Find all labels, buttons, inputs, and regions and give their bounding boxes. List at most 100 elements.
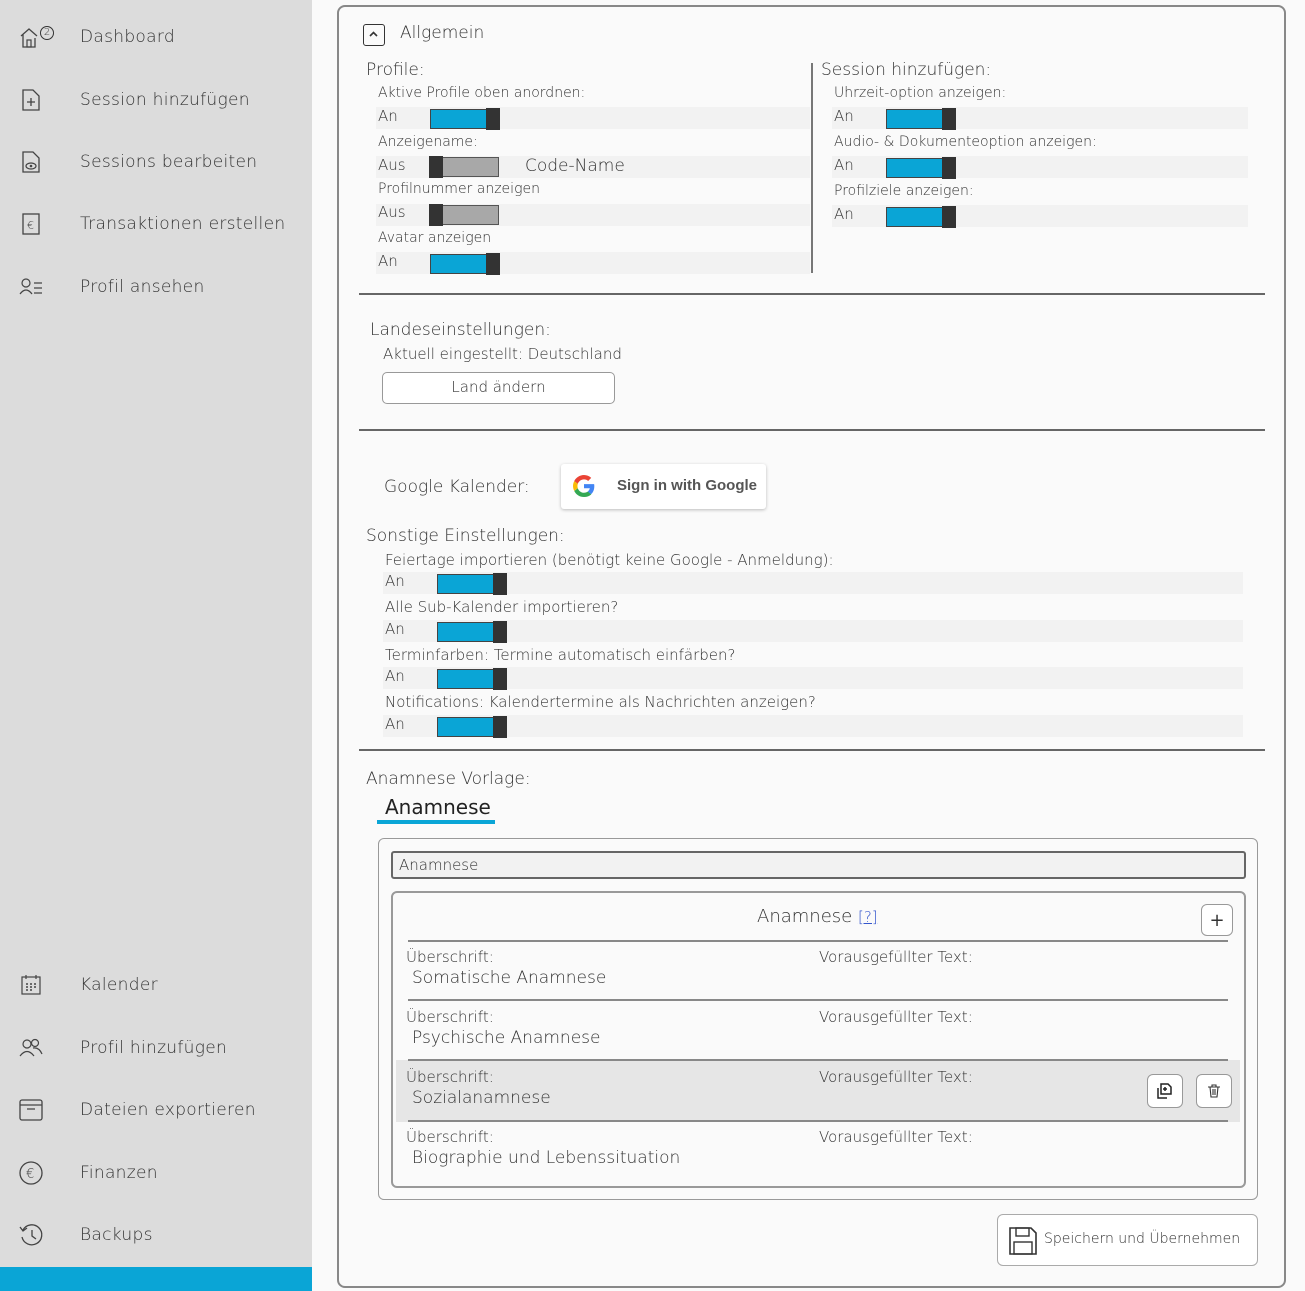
nav-label: Transaktionen erstellen [80,214,286,234]
profile-list-icon [18,274,44,300]
setting-label: Anzeigename: [378,134,478,150]
toggle-state: An [385,572,405,590]
subkalender-toggle[interactable] [437,621,507,643]
tab-anamnese[interactable]: Anamnese [385,795,491,819]
save-button[interactable]: Speichern und Übernehmen [997,1214,1258,1266]
table-title: Anamnese [?] [757,906,878,927]
row-divider [408,999,1228,1001]
profile-heading: Profile: [366,60,425,80]
row-background [383,572,1243,594]
duplicate-row-button[interactable] [1147,1074,1183,1108]
copy-icon [1157,1083,1172,1099]
template-name-input[interactable] [391,851,1246,879]
nav-label: Session hinzufügen [80,90,250,110]
vorausgefuellter-text-label: Vorausgefüllter Text: [819,1008,973,1026]
vorausgefuellter-text-label: Vorausgefüllter Text: [819,1068,973,1086]
sidebar: 2 Dashboard Session hinzufügen Sessions … [0,0,312,1291]
nav-label: Profil hinzufügen [80,1038,228,1058]
ueberschrift-label: Überschrift: [406,948,494,966]
row-divider [408,940,1228,942]
toggle-state: Aus [378,156,406,174]
vorausgefuellter-text-label: Vorausgefüllter Text: [819,948,973,966]
anzeigename-value: Code-Name [525,156,625,176]
setting-label: Avatar anzeigen [378,230,492,246]
session-heading: Session hinzufügen: [821,60,992,80]
avatar-toggle[interactable] [430,253,500,275]
setting-label: Profilziele anzeigen: [834,183,974,199]
nav-active-item[interactable] [0,1267,312,1291]
floppy-disk-icon [1009,1227,1037,1255]
google-signin-button[interactable]: Sign in with Google [561,464,766,509]
aktive-profile-toggle[interactable] [430,108,500,130]
help-link[interactable]: [?] [858,908,878,926]
nav-session-hinzufuegen[interactable]: Session hinzufügen [0,78,312,122]
calendar-icon [18,972,44,998]
nav-label: Dashboard [80,27,175,47]
nav-profil-ansehen[interactable]: Profil ansehen [0,265,312,309]
ueberschrift-label: Überschrift: [406,1128,494,1146]
setting-label: Profilnummer anzeigen [378,181,540,197]
svg-text:€: € [26,1167,34,1182]
row-background [383,620,1243,642]
toggle-state: An [834,205,854,223]
ueberschrift-value[interactable]: Biographie und Lebenssituation [412,1148,680,1168]
add-row-button[interactable]: + [1201,904,1233,936]
ueberschrift-value[interactable]: Sozialanamnese [412,1088,551,1108]
toggle-state: An [385,667,405,685]
save-button-label: Speichern und Übernehmen [1044,1231,1241,1247]
google-logo-icon [573,475,595,497]
row-background [383,667,1243,689]
nav-finanzen[interactable]: € Finanzen [0,1151,312,1195]
toggle-state: An [378,252,398,270]
nav-label: Profil ansehen [80,277,205,297]
sonstige-heading: Sonstige Einstellungen: [366,526,565,546]
audio-toggle[interactable] [886,157,956,179]
column-divider [811,63,813,273]
nav-backups[interactable]: Backups [0,1213,312,1257]
nav-label: Finanzen [80,1163,158,1183]
nav-kalender[interactable]: Kalender [0,963,312,1007]
toggle-state: An [834,156,854,174]
google-label: Google Kalender: [384,477,530,497]
setting-label: Feiertage importieren (benötigt keine Go… [385,551,834,569]
notification-badge: 2 [40,26,54,40]
row-divider [408,1059,1228,1061]
toggle-state: An [834,107,854,125]
ueberschrift-label: Überschrift: [406,1068,494,1086]
ueberschrift-value[interactable]: Psychische Anamnese [412,1028,601,1048]
delete-row-button[interactable] [1196,1074,1232,1108]
profilziele-toggle[interactable] [886,206,956,228]
plus-icon: + [1209,909,1225,931]
landes-heading: Landeseinstellungen: [370,320,551,340]
row-background [383,715,1243,737]
toggle-state: An [385,715,405,733]
history-icon [18,1222,44,1248]
nav-profil-hinzufuegen[interactable]: Profil hinzufügen [0,1026,312,1070]
collapse-button[interactable] [363,24,385,46]
terminfarben-toggle[interactable] [437,668,507,690]
notifications-toggle[interactable] [437,716,507,738]
home-icon: 2 [18,24,54,50]
vorausgefuellter-text-label: Vorausgefüllter Text: [819,1128,973,1146]
setting-label: Alle Sub-Kalender importieren? [385,598,619,616]
nav-label: Sessions bearbeiten [80,152,258,172]
nav-sessions-bearbeiten[interactable]: Sessions bearbeiten [0,140,312,184]
nav-dashboard[interactable]: 2 Dashboard [0,15,312,59]
land-aendern-button[interactable]: Land ändern [382,372,615,404]
toggle-state: An [385,620,405,638]
google-signin-label: Sign in with Google [617,477,757,494]
receipt-euro-icon: € [18,211,44,237]
nav-transaktionen[interactable]: € Transaktionen erstellen [0,202,312,246]
feiertage-toggle[interactable] [437,573,507,595]
setting-label: Uhrzeit-option anzeigen: [834,85,1007,101]
profilnummer-toggle[interactable] [429,204,499,226]
uhrzeit-toggle[interactable] [886,108,956,130]
nav-label: Dateien exportieren [80,1100,256,1120]
row-divider [408,1120,1228,1122]
nav-dateien-exportieren[interactable]: Dateien exportieren [0,1088,312,1132]
ueberschrift-value[interactable]: Somatische Anamnese [412,968,606,988]
anzeigename-toggle[interactable] [429,156,499,178]
section-divider [359,293,1265,295]
add-document-icon [18,87,44,113]
setting-label: Notifications: Kalendertermine als Nachr… [385,693,816,711]
